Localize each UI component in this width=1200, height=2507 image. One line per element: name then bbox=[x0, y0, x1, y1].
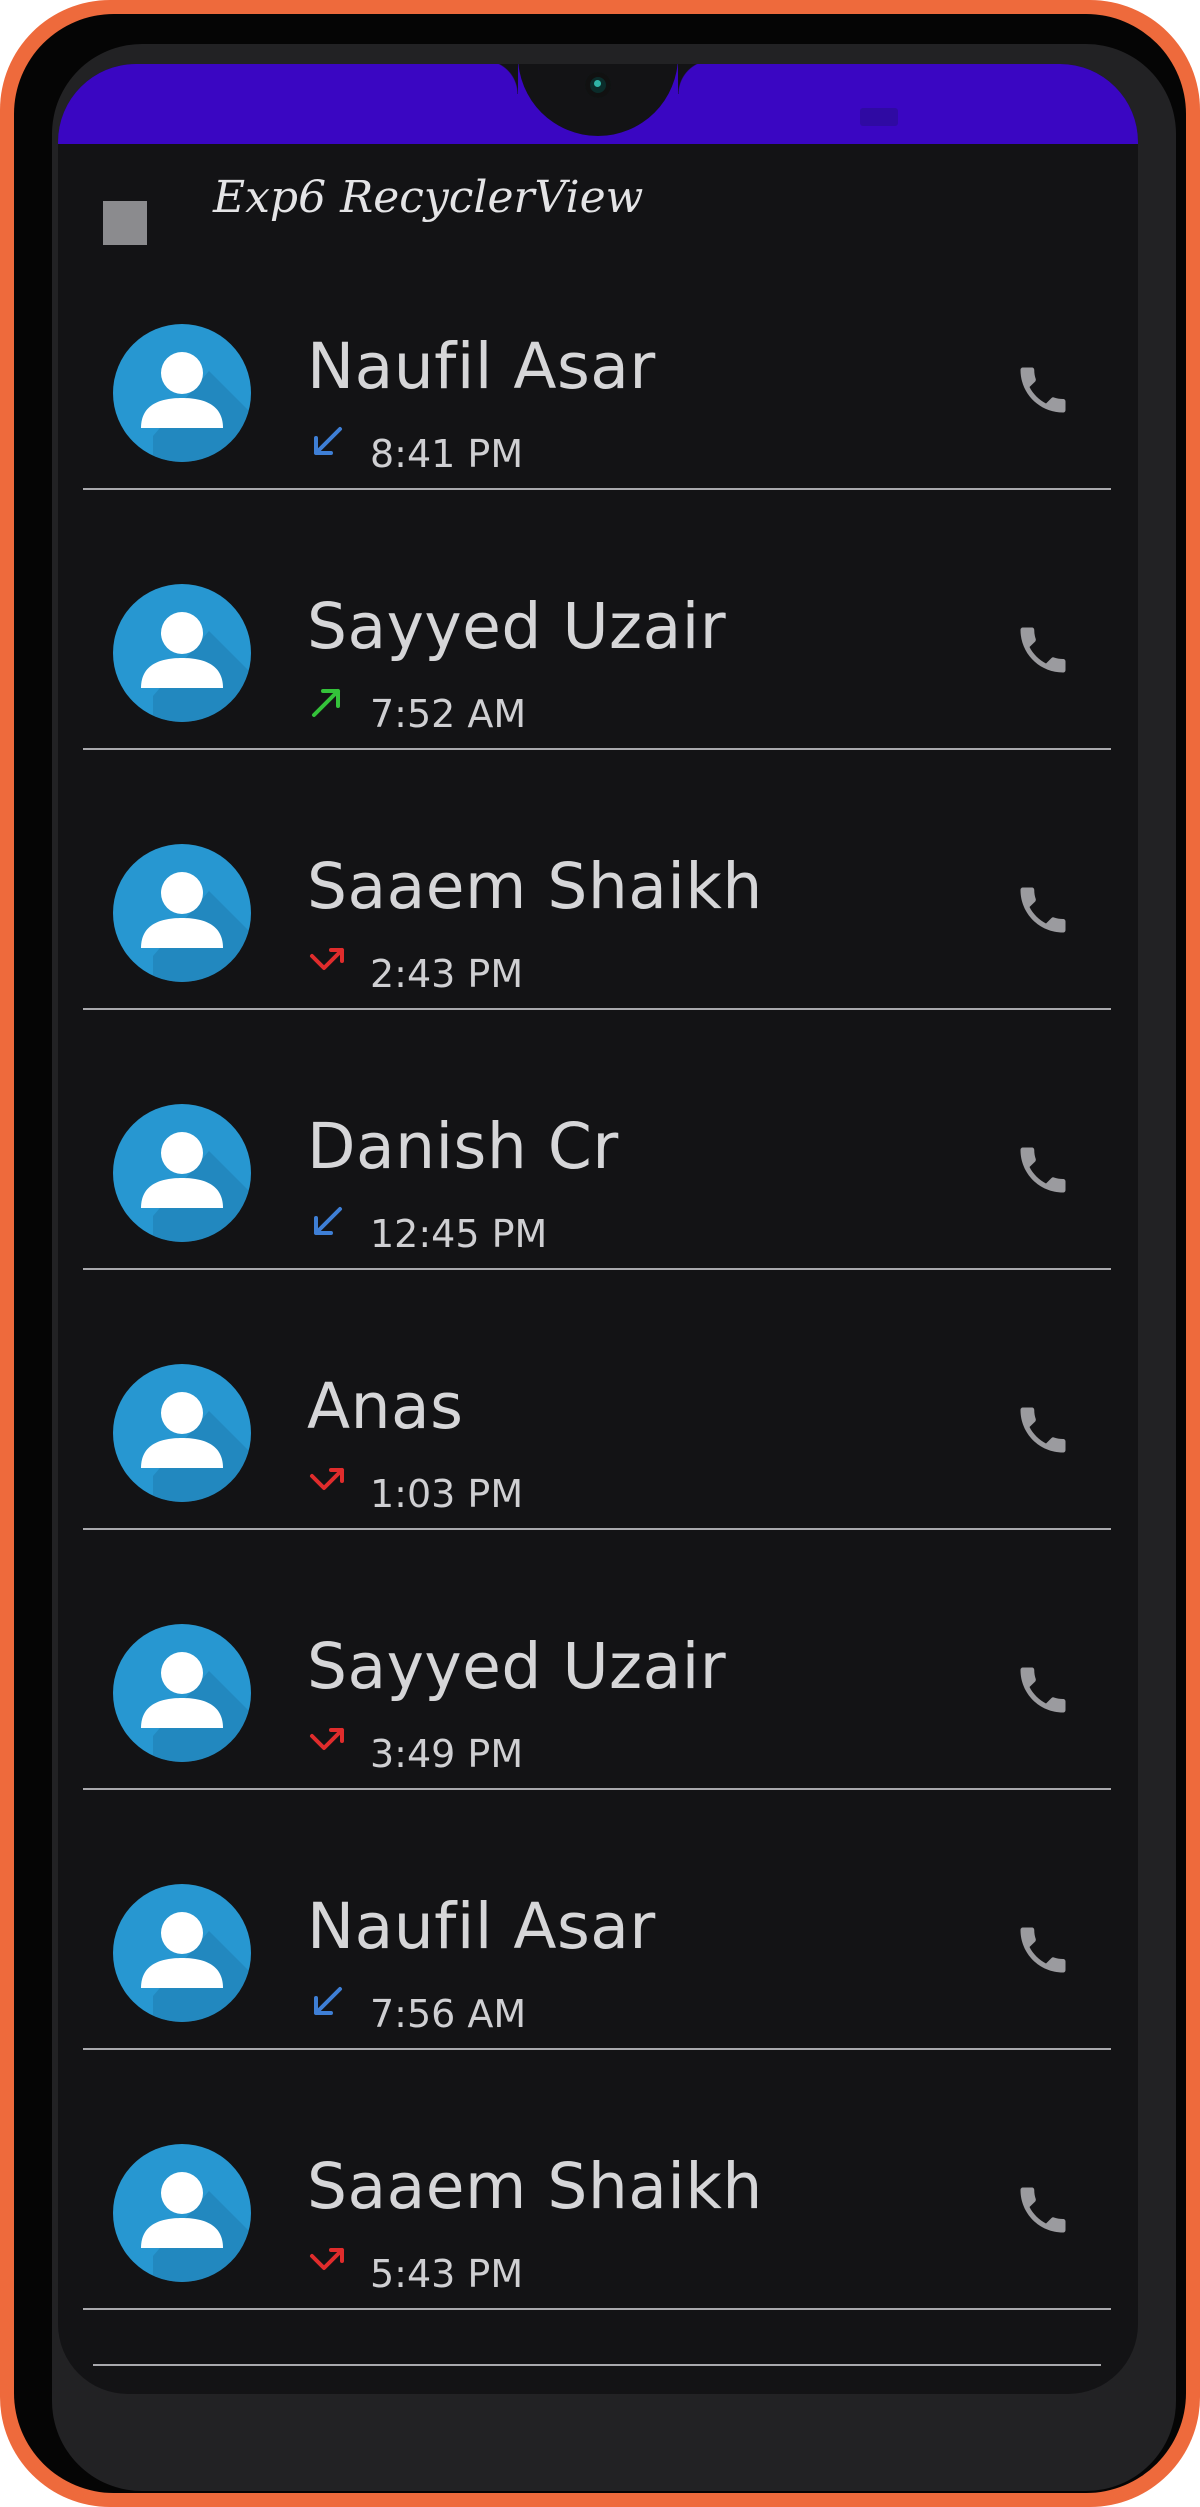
row-divider bbox=[83, 1008, 1111, 1010]
call-time: 3:49 PM bbox=[370, 1732, 524, 1776]
contact-name: Naufil Asar bbox=[307, 330, 656, 403]
person-avatar-icon bbox=[113, 1624, 251, 1762]
incoming-call-arrow-icon bbox=[307, 422, 347, 462]
contact-name: Anas bbox=[307, 1370, 464, 1443]
list-bottom-divider bbox=[93, 2364, 1101, 2366]
row-divider bbox=[83, 1788, 1111, 1790]
contact-name: Naufil Asar bbox=[307, 1890, 656, 1963]
contact-name: Saaem Shaikh bbox=[307, 850, 763, 923]
call-time: 12:45 PM bbox=[370, 1212, 548, 1256]
call-log-row[interactable]: Anas 1:03 PM bbox=[58, 1334, 1138, 1594]
menu-square-icon[interactable] bbox=[103, 201, 147, 245]
contact-name: Saaem Shaikh bbox=[307, 2150, 763, 2223]
contact-name: Sayyed Uzair bbox=[307, 1630, 727, 1703]
outgoing-call-arrow-icon bbox=[307, 682, 347, 722]
app-screen: Exp6 RecyclerView Naufil Asar 8:41 PM Sa… bbox=[58, 64, 1138, 2394]
person-avatar-icon bbox=[113, 1364, 251, 1502]
call-time: 1:03 PM bbox=[370, 1472, 524, 1516]
call-log-row[interactable]: Naufil Asar 8:41 PM bbox=[58, 294, 1138, 554]
toolbar-title: Exp6 RecyclerView bbox=[213, 172, 644, 223]
phone-icon[interactable] bbox=[1013, 1660, 1073, 1720]
call-log-row[interactable]: Saaem Shaikh 5:43 PM bbox=[58, 2114, 1138, 2374]
person-avatar-icon bbox=[113, 584, 251, 722]
call-time: 8:41 PM bbox=[370, 432, 524, 476]
incoming-call-arrow-icon bbox=[307, 1982, 347, 2022]
missed-call-arrow-icon bbox=[307, 1722, 347, 1762]
phone-icon[interactable] bbox=[1013, 880, 1073, 940]
missed-call-arrow-icon bbox=[307, 2242, 347, 2282]
person-avatar-icon bbox=[113, 2144, 251, 2282]
phone-icon[interactable] bbox=[1013, 2180, 1073, 2240]
call-log-row[interactable]: Danish Cr 12:45 PM bbox=[58, 1074, 1138, 1334]
call-time: 7:52 AM bbox=[370, 692, 527, 736]
call-log-row[interactable]: Sayyed Uzair 3:49 PM bbox=[58, 1594, 1138, 1854]
person-avatar-icon bbox=[113, 1104, 251, 1242]
missed-call-arrow-icon bbox=[307, 1462, 347, 1502]
call-log-row[interactable]: Sayyed Uzair 7:52 AM bbox=[58, 554, 1138, 814]
contact-name: Sayyed Uzair bbox=[307, 590, 727, 663]
incoming-call-arrow-icon bbox=[307, 1202, 347, 1242]
phone-icon[interactable] bbox=[1013, 1400, 1073, 1460]
phone-icon[interactable] bbox=[1013, 1140, 1073, 1200]
phone-icon[interactable] bbox=[1013, 360, 1073, 420]
row-divider bbox=[83, 1268, 1111, 1270]
missed-call-arrow-icon bbox=[307, 942, 347, 982]
person-avatar-icon bbox=[113, 1884, 251, 2022]
phone-icon[interactable] bbox=[1013, 620, 1073, 680]
row-divider bbox=[83, 488, 1111, 490]
row-divider bbox=[83, 1528, 1111, 1530]
status-indicator bbox=[860, 108, 898, 126]
call-time: 7:56 AM bbox=[370, 1992, 527, 2036]
row-divider bbox=[83, 2308, 1111, 2310]
call-time: 5:43 PM bbox=[370, 2252, 524, 2296]
contact-name: Danish Cr bbox=[307, 1110, 619, 1183]
call-time: 2:43 PM bbox=[370, 952, 524, 996]
call-log-row[interactable]: Saaem Shaikh 2:43 PM bbox=[58, 814, 1138, 1074]
front-camera-icon bbox=[585, 72, 611, 98]
person-avatar-icon bbox=[113, 844, 251, 982]
phone-icon[interactable] bbox=[1013, 1920, 1073, 1980]
call-log-row[interactable]: Naufil Asar 7:56 AM bbox=[58, 1854, 1138, 2114]
row-divider bbox=[83, 748, 1111, 750]
row-divider bbox=[83, 2048, 1111, 2050]
person-avatar-icon bbox=[113, 324, 251, 462]
